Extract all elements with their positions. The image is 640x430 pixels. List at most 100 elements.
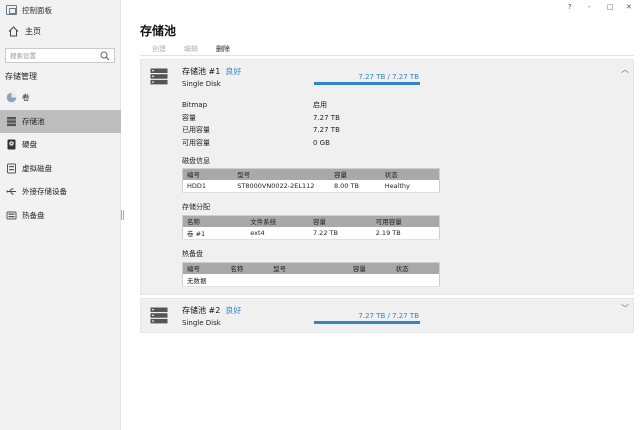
column-header: 名称 bbox=[182, 215, 247, 227]
pool-status: 良好 bbox=[225, 67, 242, 76]
column-header: 名称 bbox=[226, 262, 270, 274]
column-header: 状态 bbox=[391, 262, 440, 274]
allocation-table: 名称 文件系统 容量 可用容量 卷 #1 ext4 7.22 TB 2.19 T… bbox=[182, 215, 440, 240]
home-label: 主页 bbox=[25, 26, 41, 36]
detail-row: 已用容量 7.27 TB bbox=[182, 125, 340, 135]
table-row[interactable]: HDD1 ST8000VN0022-2EL112 8.00 TB Healthy bbox=[182, 179, 440, 193]
pool-usage-fill bbox=[314, 82, 420, 85]
disk-info-title: 磁盘信息 bbox=[182, 157, 210, 165]
hot-spare-title: 热备盘 bbox=[182, 250, 203, 258]
pool-name: 存储池 #2 bbox=[182, 306, 221, 315]
detail-value: 7.27 TB bbox=[313, 126, 340, 134]
volume-icon bbox=[5, 92, 17, 104]
pool-name-line: 存储池 #1 良好 bbox=[182, 66, 241, 77]
pool-usage-bar bbox=[314, 82, 420, 85]
app-title: 控制面板 bbox=[22, 5, 52, 15]
sidebar-item-hard-disk[interactable]: 硬盘 bbox=[0, 133, 121, 157]
hard-disk-icon bbox=[5, 139, 17, 151]
sidebar-item-label: 虚拟磁盘 bbox=[22, 163, 52, 173]
table-cell: 8.00 TB bbox=[329, 179, 381, 193]
disk-health-status: Healthy bbox=[380, 179, 440, 193]
detail-key: Bitmap bbox=[182, 101, 208, 109]
sidebar: 控制面板 主页 存储管理 卷 存储池 硬盘 bbox=[0, 0, 121, 430]
detail-value: 启用 bbox=[313, 101, 327, 109]
column-header: 型号 bbox=[269, 262, 349, 274]
delete-button[interactable]: 删除 bbox=[204, 44, 236, 54]
sidebar-item-volume[interactable]: 卷 bbox=[0, 86, 121, 110]
detail-key: 容量 bbox=[182, 114, 196, 122]
storage-pool-card[interactable]: 存储池 #1 良好 Single Disk 7.27 TB / 7.27 TB ︿… bbox=[140, 59, 634, 295]
detail-key: 已用容量 bbox=[182, 126, 210, 134]
home-icon bbox=[8, 25, 19, 37]
help-button[interactable]: ? bbox=[568, 3, 572, 11]
storage-pool-icon bbox=[150, 307, 168, 324]
pool-status: 良好 bbox=[225, 306, 242, 315]
control-panel-icon bbox=[6, 5, 17, 15]
pool-capacity: 7.27 TB / 7.27 TB bbox=[358, 73, 419, 81]
detail-row: 容量 7.27 TB bbox=[182, 113, 340, 123]
pool-usage-fill bbox=[314, 321, 420, 324]
search-icon[interactable] bbox=[100, 51, 110, 63]
sidebar-item-label: 卷 bbox=[22, 93, 30, 103]
column-header: 可用容量 bbox=[371, 215, 440, 227]
column-header: 状态 bbox=[380, 168, 440, 180]
pool-name: 存储池 #1 bbox=[182, 67, 221, 76]
sidebar-item-label: 外接存储设备 bbox=[22, 187, 67, 197]
pool-type: Single Disk bbox=[182, 319, 221, 327]
table-cell: HDD1 bbox=[182, 179, 234, 193]
table-cell: ST8000VN0022-2EL112 bbox=[233, 179, 330, 193]
detail-row: 可用容量 0 GB bbox=[182, 138, 330, 148]
storage-pool-icon bbox=[150, 68, 168, 85]
column-header: 编号 bbox=[182, 168, 234, 180]
column-header: 文件系统 bbox=[246, 215, 309, 227]
toolbar: 创建 编辑 删除 bbox=[140, 42, 634, 56]
home-nav[interactable]: 主页 bbox=[8, 24, 41, 38]
sidebar-item-storage-pool[interactable]: 存储池 bbox=[0, 109, 121, 133]
chevron-down-icon[interactable]: ﹀ bbox=[621, 303, 629, 314]
chevron-up-icon[interactable]: ︿ bbox=[621, 64, 629, 75]
table-cell: ext4 bbox=[246, 226, 309, 240]
table-row[interactable]: 卷 #1 ext4 7.22 TB 2.19 TB bbox=[182, 226, 440, 240]
column-header: 容量 bbox=[308, 215, 372, 227]
pool-type: Single Disk bbox=[182, 80, 221, 88]
hot-spare-table: 编号 名称 型号 容量 状态 无数据 bbox=[182, 262, 440, 287]
sidebar-resize-handle[interactable] bbox=[121, 210, 124, 220]
minimize-button[interactable]: - bbox=[588, 3, 591, 11]
sidebar-item-hot-spare[interactable]: 热备盘 bbox=[0, 204, 121, 228]
close-button[interactable]: ✕ bbox=[626, 3, 632, 11]
empty-message: 无数据 bbox=[182, 273, 440, 287]
sidebar-item-label: 硬盘 bbox=[22, 140, 37, 150]
detail-value: 0 GB bbox=[313, 139, 330, 147]
section-storage-management: 存储管理 bbox=[5, 72, 37, 81]
detail-key: 可用容量 bbox=[182, 139, 210, 147]
maximize-button[interactable]: □ bbox=[607, 3, 614, 11]
usb-icon bbox=[5, 186, 17, 198]
edit-button[interactable]: 编辑 bbox=[172, 44, 204, 54]
column-header: 容量 bbox=[348, 262, 392, 274]
sidebar-item-external-storage[interactable]: 外接存储设备 bbox=[0, 180, 121, 204]
pool-capacity: 7.27 TB / 7.27 TB bbox=[358, 312, 419, 320]
create-button[interactable]: 创建 bbox=[140, 44, 172, 54]
sidebar-item-virtual-disk[interactable]: 虚拟磁盘 bbox=[0, 157, 121, 181]
column-header: 容量 bbox=[329, 168, 381, 180]
detail-row: Bitmap 启用 bbox=[182, 100, 327, 110]
sidebar-item-label: 热备盘 bbox=[22, 210, 45, 220]
table-cell: 2.19 TB bbox=[371, 226, 440, 240]
pool-name-line: 存储池 #2 良好 bbox=[182, 305, 241, 316]
column-header: 型号 bbox=[233, 168, 330, 180]
pool-usage-bar bbox=[314, 321, 420, 324]
virtual-disk-icon bbox=[5, 162, 17, 174]
table-cell: 卷 #1 bbox=[182, 226, 247, 240]
hot-spare-icon bbox=[5, 209, 17, 221]
table-cell: 7.22 TB bbox=[308, 226, 372, 240]
search-input[interactable] bbox=[6, 51, 98, 60]
detail-value: 7.27 TB bbox=[313, 114, 340, 122]
page-title: 存储池 bbox=[140, 24, 177, 38]
storage-pool-card[interactable]: 存储池 #2 良好 Single Disk 7.27 TB / 7.27 TB ﹀ bbox=[140, 298, 634, 333]
search-box bbox=[5, 48, 115, 63]
table-row: 无数据 bbox=[182, 273, 440, 287]
sidebar-nav: 卷 存储池 硬盘 虚拟磁盘 外接存储设备 热备盘 bbox=[0, 86, 121, 227]
allocation-title: 存储分配 bbox=[182, 203, 210, 211]
sidebar-item-label: 存储池 bbox=[22, 116, 45, 126]
column-header: 编号 bbox=[182, 262, 227, 274]
